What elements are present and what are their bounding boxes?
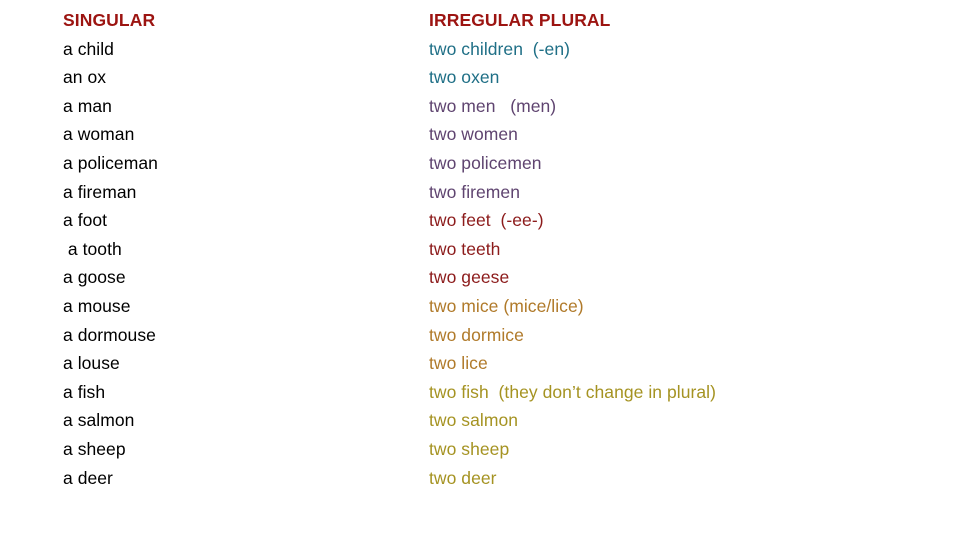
singular-row: a fireman [63,181,137,202]
singular-row: a woman [63,124,135,145]
singular-row: a goose [63,267,126,288]
plural-table: SINGULAR a child an ox a man a woman a polic… [0,6,960,492]
singular-row: a sheep [63,438,126,459]
plural-row: two mice (mice/lice) [429,295,584,316]
plural-row: two men (men) [429,95,557,116]
singular-row: a foot [63,210,108,231]
plural-row: two oxen [429,67,500,88]
singular-row: a policeman [63,152,158,173]
singular-item-list: a child an ox a man a woman a policeman a fir… [63,35,425,493]
plural-row: two lice [429,353,488,374]
plural-row: two feet (-ee-) [429,210,544,231]
plural-row: two children (-en) [429,38,571,59]
singular-row: an ox [63,67,107,88]
plural-item-list: two children (-en) two oxen two men (men) t… [429,35,960,493]
singular-row: a salmon [63,410,135,431]
plural-row: two dormice [429,324,524,345]
singular-row: a louse [63,353,120,374]
singular-row: a dormouse [63,324,156,345]
plural-row: two policemen [429,152,542,173]
plural-column: IRREGULAR PLURAL two children (-en) two o… [425,6,960,492]
plural-row: two sheep [429,438,510,459]
singular-column: SINGULAR a child an ox a man a woman a polic… [0,6,425,492]
singular-row: a man [63,95,112,116]
plural-row: two teeth [429,238,501,259]
slide-canvas: SINGULAR a child an ox a man a woman a polic… [0,0,960,540]
plural-column-header: IRREGULAR PLURAL [429,10,611,30]
plural-row: two firemen [429,181,520,202]
plural-row: two salmon [429,410,519,431]
singular-row: a child [63,38,114,59]
singular-row: a tooth [63,238,122,259]
singular-row: a mouse [63,295,131,316]
singular-column-header: SINGULAR [63,10,156,30]
singular-row: a deer [63,467,113,488]
plural-row: two deer [429,467,497,488]
plural-row: two geese [429,267,510,288]
singular-row: a fish [63,381,106,402]
plural-row: two women [429,124,518,145]
plural-row: two fish (they don’t change in plural) [429,381,716,402]
